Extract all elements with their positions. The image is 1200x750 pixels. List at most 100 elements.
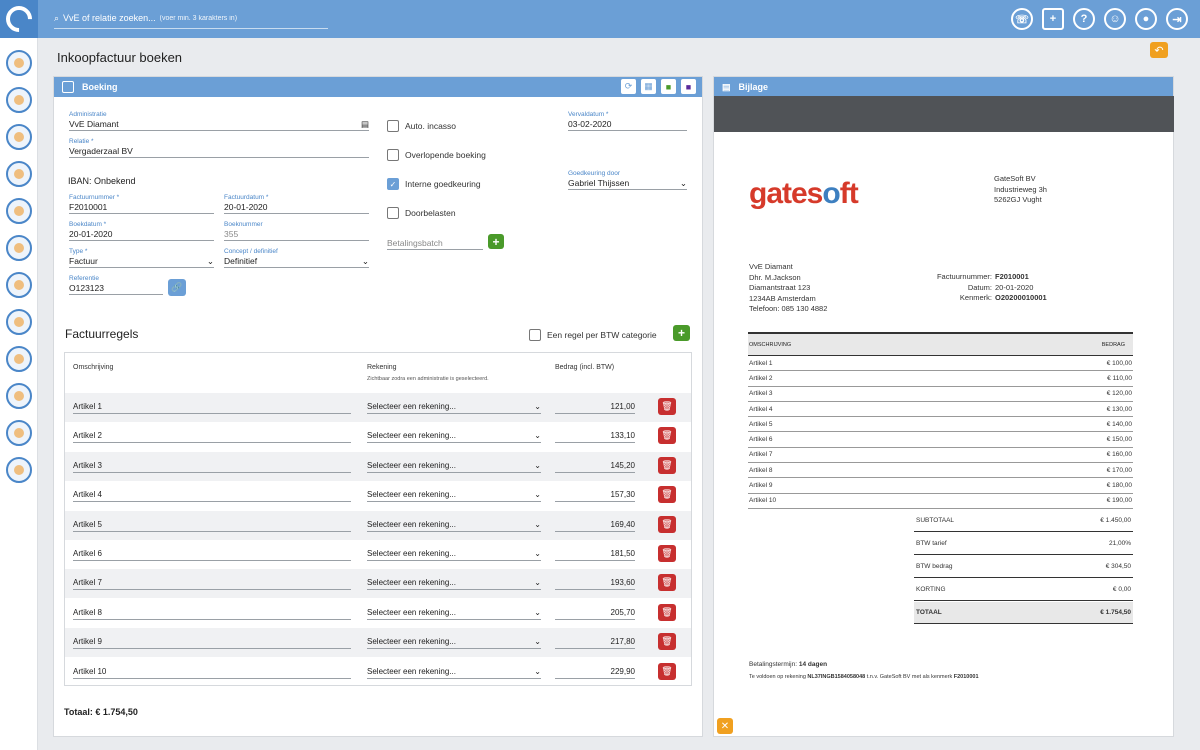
- user-icon[interactable]: ●: [1135, 8, 1157, 30]
- boeknummer-value: 355: [224, 228, 369, 241]
- concept-select[interactable]: Concept / definitief Definitief ⌄: [224, 248, 369, 268]
- type-select[interactable]: Type * Factuur ⌄: [69, 248, 214, 268]
- row-description[interactable]: Artikel 1: [73, 402, 351, 414]
- row-account-value: Selecteer een rekening...: [367, 460, 456, 470]
- delete-row-button[interactable]: 🗑: [658, 456, 676, 474]
- checkbox-checked[interactable]: ✓: [387, 178, 399, 190]
- goedkeuring-select[interactable]: Goedkeuring door Gabriel Thijssen ⌄: [568, 170, 687, 190]
- boekdatum-field[interactable]: Boekdatum * 20-01-2020: [69, 221, 214, 241]
- row-account-select[interactable]: Selecteer een rekening... ⌄: [367, 520, 541, 532]
- phone-icon[interactable]: ☏: [1011, 8, 1033, 30]
- help-icon[interactable]: ?: [1073, 8, 1095, 30]
- row-account-select[interactable]: Selecteer een rekening... ⌄: [367, 608, 541, 620]
- row-account-value: Selecteer een rekening...: [367, 519, 456, 529]
- row-amount[interactable]: 169,40: [555, 520, 635, 532]
- row-description[interactable]: Artikel 3: [73, 461, 351, 473]
- line-description: Artikel 6: [749, 436, 773, 444]
- row-amount[interactable]: 229,90: [555, 667, 635, 679]
- logout-icon[interactable]: ⇥: [1166, 8, 1188, 30]
- delete-row-button[interactable]: 🗑: [658, 662, 676, 680]
- row-amount[interactable]: 193,60: [555, 578, 635, 591]
- delete-row-button[interactable]: 🗑: [658, 603, 676, 621]
- person-icon[interactable]: [5, 87, 32, 113]
- summary-label: SUBTOTAAL: [916, 517, 955, 524]
- save-button[interactable]: ■: [661, 79, 676, 94]
- row-description[interactable]: Artikel 2: [73, 431, 351, 444]
- referentie-field[interactable]: Referentie O123123: [69, 275, 163, 295]
- row-description[interactable]: Artikel 5: [73, 520, 351, 532]
- row-amount[interactable]: 133,10: [555, 431, 635, 444]
- checkbox-box[interactable]: [387, 149, 399, 161]
- dashboard-icon[interactable]: [5, 50, 32, 76]
- delete-row-button[interactable]: 🗑: [658, 574, 676, 592]
- network-icon[interactable]: [5, 383, 32, 409]
- auto-incasso-checkbox[interactable]: Auto. incasso: [387, 120, 456, 132]
- row-account-select[interactable]: Selecteer een rekening... ⌄: [367, 461, 541, 473]
- back-button[interactable]: ↶: [1150, 42, 1168, 58]
- contacts-icon[interactable]: [5, 272, 32, 298]
- overlopende-checkbox[interactable]: Overlopende boeking: [387, 149, 486, 161]
- save-close-button[interactable]: ■: [681, 79, 696, 94]
- btw-category-checkbox[interactable]: Een regel per BTW categorie: [529, 329, 657, 341]
- document-add-icon[interactable]: +: [1042, 8, 1064, 30]
- view-button[interactable]: ▦: [641, 79, 656, 94]
- checkbox-box[interactable]: [387, 120, 399, 132]
- row-account-select[interactable]: Selecteer een rekening... ⌄: [367, 431, 541, 444]
- row-account-select[interactable]: Selecteer een rekening... ⌄: [367, 402, 541, 414]
- row-amount[interactable]: 205,70: [555, 608, 635, 620]
- administratie-label: Administratie: [69, 111, 107, 118]
- checkbox-box[interactable]: [529, 329, 541, 341]
- relatie-field[interactable]: Relatie * Vergaderzaal BV: [69, 138, 369, 158]
- calendar-icon[interactable]: [5, 346, 32, 372]
- row-description[interactable]: Artikel 7: [73, 578, 351, 591]
- row-description[interactable]: Artikel 8: [73, 608, 351, 620]
- delete-row-button[interactable]: 🗑: [658, 515, 676, 533]
- row-description[interactable]: Artikel 6: [73, 549, 351, 561]
- row-description[interactable]: Artikel 4: [73, 490, 351, 503]
- report-icon[interactable]: [5, 161, 32, 187]
- finance-icon[interactable]: [5, 420, 32, 446]
- delete-row-button[interactable]: 🗑: [658, 486, 676, 504]
- row-description[interactable]: Artikel 10: [73, 667, 351, 679]
- vervaldatum-field[interactable]: Vervaldatum * 03-02-2020: [568, 111, 687, 131]
- row-amount[interactable]: 121,00: [555, 402, 635, 414]
- database-icon[interactable]: [5, 124, 32, 150]
- row-account-select[interactable]: Selecteer een rekening... ⌄: [367, 667, 541, 679]
- refresh-button[interactable]: ⟳: [621, 79, 636, 94]
- line-amount: € 170,00: [1106, 466, 1132, 474]
- row-amount[interactable]: 145,20: [555, 461, 635, 473]
- administratie-field[interactable]: Administratie VvE Diamant ▤: [69, 111, 369, 131]
- tools-icon[interactable]: [5, 198, 32, 224]
- support-icon[interactable]: ☺: [1104, 8, 1126, 30]
- card-icon[interactable]: ▤: [361, 118, 369, 130]
- row-account-select[interactable]: Selecteer een rekening... ⌄: [367, 637, 541, 650]
- row-account-select[interactable]: Selecteer een rekening... ⌄: [367, 578, 541, 591]
- line-description: Artikel 4: [749, 405, 773, 413]
- checkbox-box[interactable]: [387, 207, 399, 219]
- add-batch-button[interactable]: +: [488, 234, 504, 249]
- row-account-select[interactable]: Selecteer een rekening... ⌄: [367, 490, 541, 503]
- delete-row-button[interactable]: 🗑: [658, 427, 676, 445]
- doorbelasten-checkbox[interactable]: Doorbelasten: [387, 207, 456, 219]
- betalingsbatch-field[interactable]: Betalingsbatch: [387, 237, 483, 250]
- add-line-button[interactable]: +: [673, 325, 690, 341]
- group-icon[interactable]: [5, 235, 32, 261]
- close-attachment-button[interactable]: ✕: [717, 718, 733, 734]
- row-amount[interactable]: 157,30: [555, 490, 635, 503]
- factuurnummer-field[interactable]: Factuurnummer * F2010001: [69, 194, 214, 214]
- row-description[interactable]: Artikel 9: [73, 637, 351, 650]
- link-button[interactable]: 🔗: [168, 279, 186, 296]
- app-logo[interactable]: [0, 0, 38, 38]
- delete-row-button[interactable]: 🗑: [658, 545, 676, 562]
- search-input[interactable]: ⌕ VvE of relatie zoeken... (voer min. 3 …: [54, 8, 328, 29]
- delete-row-button[interactable]: 🗑: [658, 398, 676, 415]
- row-amount[interactable]: 181,50: [555, 549, 635, 561]
- row-account-select[interactable]: Selecteer een rekening... ⌄: [367, 549, 541, 561]
- row-amount[interactable]: 217,80: [555, 637, 635, 650]
- interne-goedkeuring-checkbox[interactable]: ✓ Interne goedkeuring: [387, 178, 481, 190]
- package-icon[interactable]: [5, 457, 32, 483]
- invoice-lines: OMSCHRIJVING BEDRAG Artikel 1 € 100,00 Arti…: [748, 332, 1133, 509]
- factuurdatum-field[interactable]: Factuurdatum * 20-01-2020: [224, 194, 369, 214]
- delete-row-button[interactable]: 🗑: [658, 633, 676, 651]
- mail-icon[interactable]: [5, 309, 32, 335]
